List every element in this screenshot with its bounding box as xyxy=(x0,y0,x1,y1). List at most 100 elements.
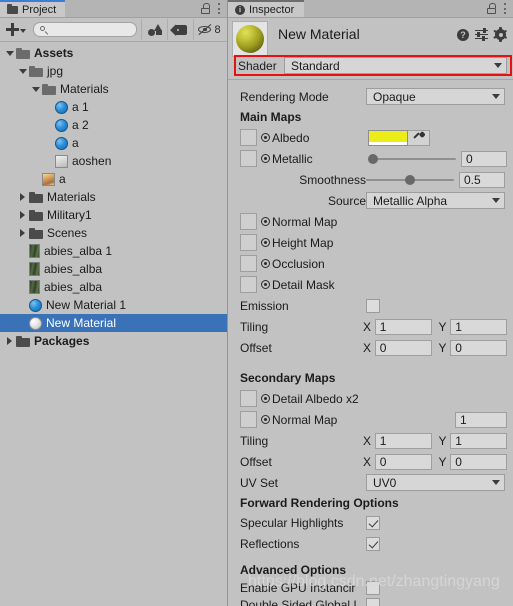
chevron-down-icon[interactable] xyxy=(30,84,41,95)
chevron-down-icon[interactable] xyxy=(17,66,28,77)
metallic-value-field[interactable]: 0 xyxy=(461,150,507,167)
folder-icon xyxy=(29,227,43,239)
gear-icon[interactable] xyxy=(493,27,508,42)
detail-albedo-row: Detail Albedo x2 xyxy=(240,388,507,409)
chevron-right-icon[interactable] xyxy=(17,228,28,239)
tree-item[interactable]: jpg xyxy=(0,62,227,80)
texture-slot[interactable] xyxy=(240,255,257,272)
tree-item-label: a 2 xyxy=(72,118,89,132)
secondary-tiling-x-field[interactable]: 1 xyxy=(374,432,432,449)
radio-dot-icon[interactable] xyxy=(261,394,270,403)
tree-item[interactable]: Military1 xyxy=(0,206,227,224)
radio-dot-icon[interactable] xyxy=(261,238,270,247)
lock-icon[interactable] xyxy=(201,3,210,14)
specular-highlights-checkbox[interactable] xyxy=(366,515,380,530)
radio-dot-icon[interactable] xyxy=(261,259,270,268)
radio-dot-icon[interactable] xyxy=(261,133,270,142)
tree-item[interactable]: New Material xyxy=(0,314,227,332)
albedo-eyedropper-button[interactable] xyxy=(408,129,430,146)
metallic-texture-slot[interactable] xyxy=(240,150,257,167)
source-dropdown[interactable]: Metallic Alpha xyxy=(366,192,505,209)
tree-item[interactable]: a xyxy=(0,170,227,188)
chevron-right-icon[interactable] xyxy=(17,210,28,221)
main-offset-x-field[interactable]: 0 xyxy=(374,339,432,356)
inspector-tabbar-actions xyxy=(487,0,513,17)
reflections-checkbox[interactable] xyxy=(366,536,380,551)
tab-project[interactable]: Project xyxy=(0,0,66,17)
smoothness-slider[interactable] xyxy=(366,172,454,188)
tree-item[interactable]: Assets xyxy=(0,44,227,62)
radio-dot-icon[interactable] xyxy=(261,280,270,289)
lock-icon[interactable] xyxy=(487,3,496,14)
tree-item-label: New Material 1 xyxy=(46,298,127,312)
tree-item[interactable]: aoshen xyxy=(0,152,227,170)
project-asset-tree[interactable]: Assets jpg Materials a 1a 2 a aoshen a Material… xyxy=(0,42,227,606)
secondary-tiling-row: Tiling X 1 Y 1 xyxy=(240,430,507,451)
tree-item[interactable]: abies_alba xyxy=(0,278,227,296)
tree-asset-icon xyxy=(29,244,40,258)
reflections-row: Reflections xyxy=(240,533,507,554)
secondary-normal-texture-slot[interactable] xyxy=(240,411,257,428)
radio-dot-icon[interactable] xyxy=(261,154,270,163)
tree-item[interactable]: abies_alba xyxy=(0,260,227,278)
search-input[interactable] xyxy=(48,24,130,35)
texture-slot[interactable] xyxy=(240,234,257,251)
search-input-wrap[interactable] xyxy=(33,22,137,37)
double-sided-gi-checkbox[interactable] xyxy=(366,597,380,606)
help-icon[interactable]: ? xyxy=(457,28,469,41)
eye-slash-icon xyxy=(198,24,213,36)
tree-item[interactable]: Materials xyxy=(0,188,227,206)
tree-item[interactable]: abies_alba 1 xyxy=(0,242,227,260)
radio-dot-icon[interactable] xyxy=(261,415,270,424)
source-row: Source Metallic Alpha xyxy=(240,190,507,211)
albedo-texture-slot[interactable] xyxy=(240,129,257,146)
texture-slot[interactable] xyxy=(240,276,257,293)
detail-albedo-texture-slot[interactable] xyxy=(240,390,257,407)
tree-item[interactable]: Scenes xyxy=(0,224,227,242)
add-asset-button[interactable] xyxy=(2,20,31,39)
main-tiling-row: Tiling X 1 Y 1 xyxy=(240,316,507,337)
rendering-mode-value: Opaque xyxy=(373,89,416,104)
gpu-instancing-checkbox[interactable] xyxy=(366,580,380,595)
metallic-slider[interactable] xyxy=(368,151,456,167)
albedo-color-swatch[interactable] xyxy=(368,129,408,146)
hidden-items-button[interactable]: 8 xyxy=(193,19,225,40)
secondary-offset-x-field[interactable]: 0 xyxy=(374,453,432,470)
texture-slot-label: Height Map xyxy=(272,235,334,250)
tree-item[interactable]: a 2 xyxy=(0,116,227,134)
chevron-right-icon[interactable] xyxy=(4,336,15,347)
shader-dropdown[interactable]: Standard xyxy=(284,57,507,74)
main-offset-y-field[interactable]: 0 xyxy=(450,339,507,356)
kebab-menu-icon[interactable] xyxy=(503,3,506,14)
main-tiling-x-field[interactable]: 1 xyxy=(374,318,432,335)
filter-by-type-button[interactable] xyxy=(141,19,167,40)
chevron-down-icon[interactable] xyxy=(4,48,15,59)
radio-dot-icon[interactable] xyxy=(261,217,270,226)
tree-item[interactable]: Packages xyxy=(0,332,227,350)
uv-set-dropdown[interactable]: UV0 xyxy=(366,474,505,491)
smoothness-value-field[interactable]: 0.5 xyxy=(459,171,505,188)
tree-item-label: Assets xyxy=(34,46,74,60)
secondary-tiling-y-field[interactable]: 1 xyxy=(450,432,507,449)
texture-slot[interactable] xyxy=(240,213,257,230)
main-tiling-y-field[interactable]: 1 xyxy=(450,318,507,335)
tree-item[interactable]: a 1 xyxy=(0,98,227,116)
material-preview[interactable] xyxy=(232,21,268,57)
rendering-mode-dropdown[interactable]: Opaque xyxy=(366,88,505,105)
tree-item[interactable]: a xyxy=(0,134,227,152)
preset-sliders-icon[interactable] xyxy=(475,27,488,41)
folder-open-icon xyxy=(42,83,56,95)
texture-slot-row: Height Map xyxy=(240,232,507,253)
source-label: Source xyxy=(327,193,366,208)
secondary-normal-value-field[interactable]: 1 xyxy=(455,411,507,428)
chevron-right-icon[interactable] xyxy=(17,192,28,203)
filter-by-label-button[interactable] xyxy=(167,19,193,40)
tree-item[interactable]: Materials xyxy=(0,80,227,98)
secondary-offset-y-field[interactable]: 0 xyxy=(450,453,507,470)
tab-inspector[interactable]: i Inspector xyxy=(228,0,305,17)
kebab-menu-icon[interactable] xyxy=(217,3,220,14)
emission-checkbox[interactable] xyxy=(366,298,380,313)
tree-item[interactable]: New Material 1 xyxy=(0,296,227,314)
